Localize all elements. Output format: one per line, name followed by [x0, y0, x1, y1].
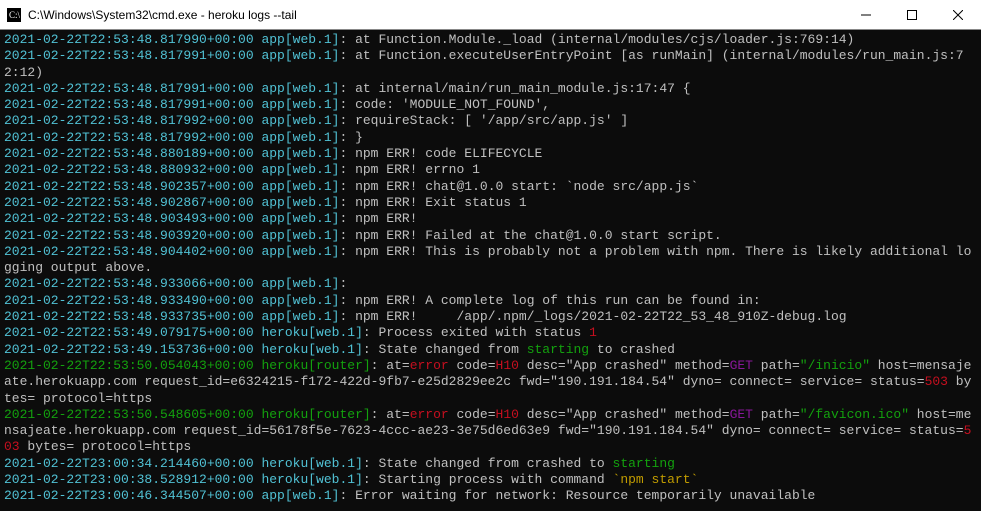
log-message: : npm ERR! errno 1 [339, 162, 479, 177]
log-timestamp: 2021-02-22T22:53:48.880189+00:00 [4, 146, 254, 161]
log-code: H10 [496, 358, 519, 373]
log-message: code= [449, 358, 496, 373]
log-source: heroku[router] [261, 407, 370, 422]
log-timestamp: 2021-02-22T23:00:38.528912+00:00 [4, 472, 254, 487]
log-message: : npm ERR! chat@1.0.0 start: `node src/a… [339, 179, 698, 194]
log-source: app[web.1] [261, 211, 339, 226]
log-message: : npm ERR! A complete log of this run ca… [339, 293, 760, 308]
log-message: code= [449, 407, 496, 422]
log-source: app[web.1] [261, 113, 339, 128]
log-timestamp: 2021-02-22T22:53:50.548605+00:00 [4, 407, 254, 422]
log-message: : } [339, 130, 362, 145]
close-button[interactable] [935, 0, 981, 30]
log-message: : npm ERR! code ELIFECYCLE [339, 146, 542, 161]
window-controls [843, 0, 981, 30]
log-source: heroku[router] [261, 358, 370, 373]
log-timestamp: 2021-02-22T23:00:34.214460+00:00 [4, 456, 254, 471]
log-source: heroku[web.1] [261, 472, 362, 487]
log-timestamp: 2021-02-22T22:53:48.817992+00:00 [4, 130, 254, 145]
log-message: : npm ERR! Exit status 1 [339, 195, 526, 210]
log-message: : requireStack: [ '/app/src/app.js' ] [339, 113, 628, 128]
log-source: app[web.1] [261, 195, 339, 210]
log-message: : Process exited with status [363, 325, 589, 340]
log-state: starting [613, 456, 675, 471]
log-timestamp: 2021-02-22T22:53:48.902357+00:00 [4, 179, 254, 194]
log-timestamp: 2021-02-22T22:53:48.817991+00:00 [4, 48, 254, 63]
log-path: "/inicio" [800, 358, 870, 373]
log-source: app[web.1] [261, 32, 339, 47]
log-source: app[web.1] [261, 146, 339, 161]
log-message: desc="App crashed" method= [519, 407, 730, 422]
log-message: path= [753, 407, 800, 422]
log-source: app[web.1] [261, 293, 339, 308]
log-message: : State changed from [363, 342, 527, 357]
log-timestamp: 2021-02-22T22:53:48.904402+00:00 [4, 244, 254, 259]
log-source: app[web.1] [261, 244, 339, 259]
log-source: app[web.1] [261, 97, 339, 112]
cmd-icon: C:\ [6, 7, 22, 23]
log-source: app[web.1] [261, 81, 339, 96]
log-timestamp: 2021-02-22T22:53:48.933066+00:00 [4, 276, 254, 291]
log-method: GET [730, 358, 753, 373]
log-timestamp: 2021-02-22T22:53:48.903920+00:00 [4, 228, 254, 243]
log-timestamp: 2021-02-22T22:53:48.903493+00:00 [4, 211, 254, 226]
log-timestamp: 2021-02-22T22:53:48.902867+00:00 [4, 195, 254, 210]
log-status: 503 [925, 374, 948, 389]
log-at: error [410, 407, 449, 422]
log-source: app[web.1] [261, 309, 339, 324]
log-message: : npm ERR! /app/.npm/_logs/2021-02-22T22… [339, 309, 846, 324]
log-path: "/favicon.ico" [800, 407, 909, 422]
svg-text:C:\: C:\ [9, 10, 21, 20]
log-method: GET [730, 407, 753, 422]
log-timestamp: 2021-02-22T22:53:48.880932+00:00 [4, 162, 254, 177]
log-source: app[web.1] [261, 48, 339, 63]
window-titlebar: C:\ C:\Windows\System32\cmd.exe - heroku… [0, 0, 981, 30]
log-source: heroku[web.1] [261, 342, 362, 357]
log-message: : at Function.Module._load (internal/mod… [339, 32, 854, 47]
log-timestamp: 2021-02-22T22:53:49.153736+00:00 [4, 342, 254, 357]
log-source: app[web.1] [261, 162, 339, 177]
log-timestamp: 2021-02-22T22:53:49.079175+00:00 [4, 325, 254, 340]
log-message: : Error waiting for network: Resource te… [339, 488, 815, 503]
log-timestamp: 2021-02-22T22:53:50.054043+00:00 [4, 358, 254, 373]
log-timestamp: 2021-02-22T22:53:48.817992+00:00 [4, 113, 254, 128]
log-message: : at internal/main/run_main_module.js:17… [339, 81, 690, 96]
log-message: : npm ERR! [339, 211, 417, 226]
log-source: app[web.1] [261, 488, 339, 503]
log-message: to crashed [589, 342, 675, 357]
log-message: path= [753, 358, 800, 373]
log-message: : at= [371, 407, 410, 422]
log-status-code: 1 [589, 325, 597, 340]
maximize-button[interactable] [889, 0, 935, 30]
log-timestamp: 2021-02-22T22:53:48.817990+00:00 [4, 32, 254, 47]
log-source: app[web.1] [261, 179, 339, 194]
log-message: : [339, 276, 347, 291]
log-message: bytes= protocol=https [20, 439, 192, 454]
log-code: H10 [496, 407, 519, 422]
log-message: : code: 'MODULE_NOT_FOUND', [339, 97, 550, 112]
log-message: : State changed from crashed to [363, 456, 613, 471]
log-timestamp: 2021-02-22T22:53:48.817991+00:00 [4, 97, 254, 112]
log-source: heroku[web.1] [261, 325, 362, 340]
log-timestamp: 2021-02-22T22:53:48.933490+00:00 [4, 293, 254, 308]
log-source: app[web.1] [261, 276, 339, 291]
terminal-output[interactable]: 2021-02-22T22:53:48.817990+00:00 app[web… [0, 30, 981, 511]
log-source: app[web.1] [261, 228, 339, 243]
window-title: C:\Windows\System32\cmd.exe - heroku log… [28, 8, 843, 22]
log-message: : at= [371, 358, 410, 373]
log-message: desc="App crashed" method= [519, 358, 730, 373]
log-at: error [410, 358, 449, 373]
log-state: starting [527, 342, 589, 357]
log-message: : npm ERR! Failed at the chat@1.0.0 star… [339, 228, 721, 243]
log-message: : Starting process with command [363, 472, 613, 487]
minimize-button[interactable] [843, 0, 889, 30]
log-command: `npm start` [613, 472, 699, 487]
log-timestamp: 2021-02-22T22:53:48.933735+00:00 [4, 309, 254, 324]
log-timestamp: 2021-02-22T22:53:48.817991+00:00 [4, 81, 254, 96]
log-source: app[web.1] [261, 130, 339, 145]
log-timestamp: 2021-02-22T23:00:46.344507+00:00 [4, 488, 254, 503]
log-source: heroku[web.1] [261, 456, 362, 471]
